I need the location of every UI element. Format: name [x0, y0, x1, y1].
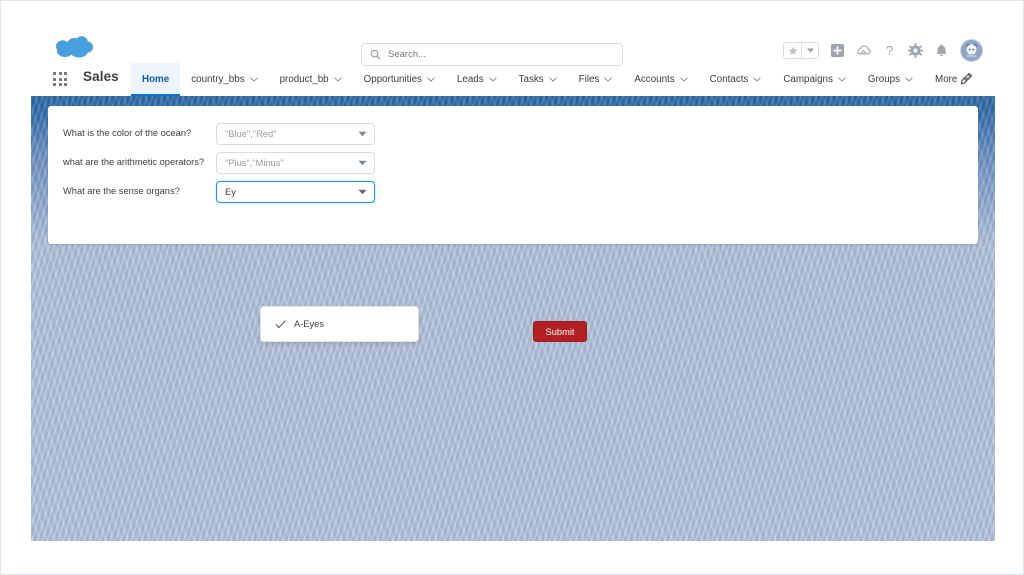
nav-tab-list: Home country_bbs product_bb Opportunitie…	[131, 63, 981, 96]
nav-tab-tasks[interactable]: Tasks	[508, 63, 568, 96]
question-label: What is the color of the ocean?	[63, 127, 192, 138]
nav-tab-label: Leads	[456, 74, 484, 85]
chevron-down-icon	[334, 77, 342, 82]
caret-down-icon	[358, 189, 367, 194]
notifications-bell-icon[interactable]	[934, 43, 949, 58]
nav-tab-files[interactable]: Files	[568, 63, 624, 96]
chevron-down-icon	[249, 77, 258, 82]
nav-tab-label: Groups	[867, 74, 901, 85]
favorites-star-icon[interactable]	[784, 43, 801, 58]
nav-tab-label: Files	[578, 74, 600, 85]
chevron-down-icon	[488, 77, 497, 82]
nav-tab-campaigns[interactable]: Campaigns	[772, 63, 857, 96]
search-icon	[370, 49, 381, 60]
nav-tab-label: Home	[142, 74, 170, 85]
nav-tab-opportunities[interactable]: Opportunities	[353, 63, 446, 96]
nav-tab-label: Tasks	[518, 74, 544, 85]
nav-tab-label: Accounts	[634, 74, 675, 85]
nav-tab-label: product_bb	[279, 74, 329, 85]
answer-combobox-operators[interactable]: "Plus","Minus"	[216, 151, 375, 174]
svg-text:?: ?	[886, 43, 893, 58]
search-input[interactable]	[388, 49, 614, 60]
dropdown-option-a-eyes[interactable]: A-Eyes	[275, 319, 324, 329]
app-name-label: Sales	[83, 69, 119, 84]
question-form-card: What is the color of the ocean? "Blue","…	[48, 106, 978, 342]
form-field-list: What is the color of the ocean? "Blue","…	[63, 119, 375, 206]
nav-tab-home[interactable]: Home	[131, 63, 181, 96]
nav-tab-contacts[interactable]: Contacts	[699, 63, 773, 96]
favorites-group[interactable]	[783, 42, 819, 59]
favorites-dropdown-icon[interactable]	[801, 43, 818, 58]
caret-down-icon	[358, 131, 367, 136]
combobox-value: "Plus","Minus"	[225, 157, 284, 168]
nav-tab-country-bbs[interactable]: country_bbs	[180, 63, 268, 96]
nav-tab-label: Opportunities	[363, 74, 422, 85]
pencil-edit-icon[interactable]	[959, 72, 973, 86]
header-actions: ?	[783, 39, 983, 62]
nav-tab-groups[interactable]: Groups	[857, 63, 924, 96]
app-navigation-bar: Sales Home country_bbs product_bb Opport…	[31, 63, 995, 96]
form-row: What are the sense organs? Ey	[63, 177, 375, 206]
chevron-down-icon	[427, 77, 435, 82]
add-item-icon[interactable]	[830, 43, 845, 58]
user-avatar[interactable]	[960, 39, 983, 62]
nav-tab-label: Contacts	[709, 74, 749, 85]
form-row: what are the arithmetic operators? "Plus…	[63, 148, 375, 177]
nav-tab-label: country_bbs	[191, 74, 245, 85]
settings-gear-icon[interactable]	[908, 43, 923, 58]
chevron-down-icon	[549, 77, 557, 82]
caret-down-icon	[358, 160, 367, 165]
chevron-down-icon	[604, 77, 612, 82]
combobox-dropdown-listbox: A-Eyes	[260, 306, 419, 342]
question-label: what are the arithmetic operators?	[63, 156, 205, 167]
form-row: What is the color of the ocean? "Blue","…	[63, 119, 375, 148]
app-window: ?	[0, 0, 1024, 575]
chevron-down-icon	[680, 77, 688, 82]
app-launcher-waffle-icon[interactable]	[53, 72, 69, 88]
help-icon[interactable]: ?	[882, 43, 897, 58]
answer-combobox-sense-organs[interactable]: Ey	[216, 180, 375, 203]
combobox-value: "Blue","Red"	[225, 128, 277, 139]
nav-tab-label: More	[935, 74, 958, 85]
chevron-down-icon	[905, 77, 913, 82]
question-label: What are the sense organs?	[63, 185, 180, 196]
answer-combobox-ocean[interactable]: "Blue","Red"	[216, 122, 375, 145]
nav-tab-product-bb[interactable]: product_bb	[269, 63, 353, 96]
chevron-down-icon	[838, 77, 846, 82]
nav-tab-accounts[interactable]: Accounts	[623, 63, 698, 96]
nav-tab-label: Campaigns	[783, 74, 833, 85]
chevron-down-icon	[753, 77, 761, 82]
salesforce-cloud-icon[interactable]	[51, 35, 95, 65]
setup-cloud-icon[interactable]	[856, 43, 871, 58]
combobox-value: Ey	[225, 186, 236, 197]
check-icon	[275, 320, 286, 328]
submit-button[interactable]: Submit	[533, 321, 587, 342]
dropdown-option-label: A-Eyes	[294, 319, 324, 329]
nav-tab-leads[interactable]: Leads	[446, 63, 508, 96]
